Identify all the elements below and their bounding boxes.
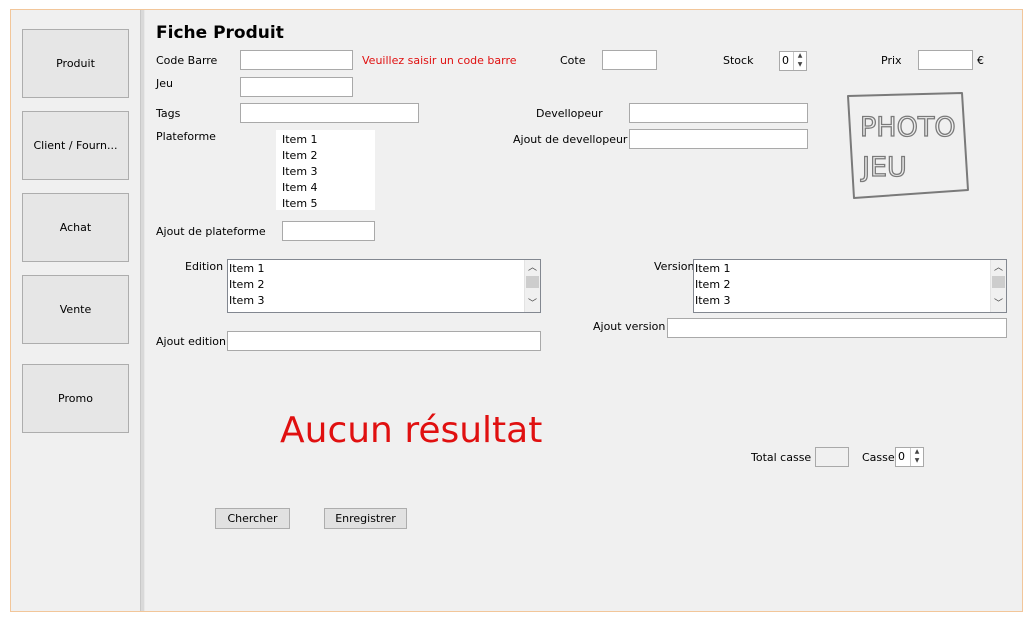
nav-promo-label: Promo: [58, 392, 93, 405]
nav-vente-label: Vente: [59, 303, 92, 316]
nav-produit-button[interactable]: Produit: [22, 29, 129, 98]
ajout-version-label: Ajout version: [593, 320, 666, 333]
splitter-handle[interactable]: [140, 10, 145, 611]
list-item[interactable]: Item 5: [276, 196, 375, 212]
casse-spin-arrows: ▲ ▼: [910, 448, 923, 466]
casse-value: 0: [898, 450, 905, 463]
version-scrollbar[interactable]: ︿ ﹀: [990, 260, 1006, 312]
list-item[interactable]: Item 1: [276, 132, 375, 148]
version-label: Version: [654, 260, 695, 273]
casse-spinbox[interactable]: 0 ▲ ▼: [895, 447, 924, 467]
list-item[interactable]: Item 1: [228, 261, 524, 277]
nav-client-label: Client / Fourn...: [33, 139, 118, 152]
ajout-version-input[interactable]: [667, 318, 1007, 338]
page-title: Fiche Produit: [156, 23, 284, 43]
nav-vente-button[interactable]: Vente: [22, 275, 129, 344]
list-item[interactable]: Item 2: [276, 148, 375, 164]
ajout-edition-label: Ajout edition: [156, 335, 226, 348]
nav-achat-button[interactable]: Achat: [22, 193, 129, 262]
chercher-button[interactable]: Chercher: [215, 508, 290, 529]
devellopeur-input[interactable]: [629, 103, 808, 123]
chevron-up-icon[interactable]: ︿: [991, 260, 1006, 276]
nav-achat-label: Achat: [59, 221, 92, 234]
tags-input[interactable]: [240, 103, 419, 123]
list-item[interactable]: Item 2: [228, 277, 524, 293]
list-item[interactable]: Item 3: [276, 164, 375, 180]
enregistrer-button[interactable]: Enregistrer: [324, 508, 407, 529]
version-list[interactable]: Item 1 Item 2 Item 3 ︿ ﹀: [693, 259, 1007, 313]
cote-label: Cote: [560, 54, 586, 67]
chevron-down-icon[interactable]: ﹀: [991, 296, 1006, 312]
ajout-devellopeur-label: Ajout de devellopeur: [513, 133, 628, 146]
plateforme-list[interactable]: Item 1 Item 2 Item 3 Item 4 Item 5: [276, 130, 375, 210]
edition-label: Edition: [185, 260, 224, 273]
nav-client-fournisseur-button[interactable]: Client / Fourn...: [22, 111, 129, 180]
ajout-edition-input[interactable]: [227, 331, 541, 351]
list-item[interactable]: Item 4: [276, 180, 375, 196]
stock-value: 0: [782, 54, 789, 67]
total-casse-field: [815, 447, 849, 467]
ajout-plateforme-input[interactable]: [282, 221, 375, 241]
up-arrow-icon[interactable]: ▲: [794, 52, 806, 61]
edition-scrollbar[interactable]: ︿ ﹀: [524, 260, 540, 312]
list-item[interactable]: Item 1: [694, 261, 990, 277]
down-arrow-icon[interactable]: ▼: [794, 61, 806, 70]
plateforme-label: Plateforme: [156, 130, 216, 143]
photo-jeu-image: PHOTO JEU: [847, 92, 969, 199]
edition-list[interactable]: Item 1 Item 2 Item 3 ︿ ﹀: [227, 259, 541, 313]
list-item[interactable]: Item 3: [694, 293, 990, 309]
scroll-thumb[interactable]: [526, 276, 539, 288]
ajout-devellopeur-input[interactable]: [629, 129, 808, 149]
prix-label: Prix: [881, 54, 902, 67]
tags-label: Tags: [156, 107, 181, 120]
devellopeur-label: Devellopeur: [536, 107, 603, 120]
stock-spinbox[interactable]: 0 ▲ ▼: [779, 51, 807, 71]
photo-label-photo: PHOTO: [860, 112, 956, 143]
currency-label: €: [977, 54, 984, 67]
code-barre-error: Veuillez saisir un code barre: [362, 54, 517, 67]
nav-produit-label: Produit: [56, 57, 95, 70]
scroll-thumb[interactable]: [992, 276, 1005, 288]
code-barre-input[interactable]: [240, 50, 353, 70]
photo-label-jeu: JEU: [860, 152, 907, 183]
chevron-down-icon[interactable]: ﹀: [525, 296, 540, 312]
stock-label: Stock: [723, 54, 754, 67]
cote-input[interactable]: [602, 50, 657, 70]
stock-spin-arrows: ▲ ▼: [793, 52, 806, 70]
no-result-message: Aucun résultat: [280, 410, 543, 451]
code-barre-label: Code Barre: [156, 54, 218, 67]
down-arrow-icon[interactable]: ▼: [911, 457, 923, 466]
nav-promo-button[interactable]: Promo: [22, 364, 129, 433]
up-arrow-icon[interactable]: ▲: [911, 448, 923, 457]
list-item[interactable]: Item 3: [228, 293, 524, 309]
ajout-plateforme-label: Ajout de plateforme: [156, 225, 266, 238]
total-casse-label: Total casse: [751, 451, 812, 464]
chevron-up-icon[interactable]: ︿: [525, 260, 540, 276]
prix-input[interactable]: [918, 50, 973, 70]
jeu-input[interactable]: [240, 77, 353, 97]
jeu-label: Jeu: [156, 77, 173, 90]
casse-label: Casse: [862, 451, 895, 464]
list-item[interactable]: Item 2: [694, 277, 990, 293]
